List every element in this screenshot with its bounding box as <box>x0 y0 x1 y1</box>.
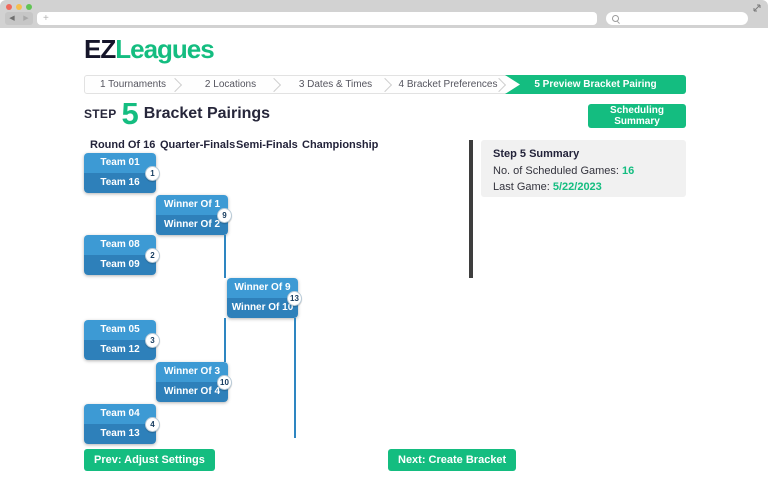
step-summary-panel: Step 5 Summary No. of Scheduled Games:16… <box>481 140 686 197</box>
logo-part-ez: EZ <box>84 34 115 64</box>
matchup-game-2: Team 08 Team 09 2 <box>84 235 156 275</box>
window-controls <box>6 4 32 10</box>
bracket-connector <box>224 235 226 278</box>
browser-window: ◀ ▶ + EZLeagues 1 Tournaments 2 Location… <box>0 0 768 480</box>
tab-locations[interactable]: 2 Locations <box>181 76 280 93</box>
matchup-game-3: Team 05 Team 12 3 <box>84 320 156 360</box>
page-title: STEP 5 Bracket Pairings <box>84 99 270 129</box>
tab-label: 4 Bracket Preferences <box>399 79 498 90</box>
scheduled-games-line: No. of Scheduled Games:16 <box>493 165 674 177</box>
matchup-game-13: Winner Of 9 Winner Of 10 13 <box>227 278 298 318</box>
tab-label: 2 Locations <box>205 79 256 90</box>
next-button[interactable]: Next: Create Bracket <box>388 449 516 471</box>
minimize-button[interactable] <box>16 4 22 10</box>
plus-icon: + <box>43 12 49 25</box>
chevron-right-icon <box>378 78 392 92</box>
game-number-badge: 10 <box>217 375 232 390</box>
game-number-badge: 2 <box>145 248 160 263</box>
resize-icon[interactable] <box>752 3 762 13</box>
step-word: STEP <box>84 107 117 121</box>
forward-icon[interactable]: ▶ <box>23 12 28 25</box>
last-game-label: Last Game: <box>493 181 550 193</box>
summary-title: Step 5 Summary <box>493 148 674 160</box>
matchup-game-4: Team 04 Team 13 4 <box>84 404 156 444</box>
tab-label: 5 Preview Bracket Pairing <box>534 79 656 90</box>
matchup-game-1: Team 01 Team 16 1 <box>84 153 156 193</box>
bracket-connector <box>224 318 226 362</box>
game-number-badge: 13 <box>287 291 302 306</box>
scheduling-summary-button[interactable]: Scheduling Summary <box>588 104 686 128</box>
tab-bracket-preferences[interactable]: 4 Bracket Preferences <box>391 76 505 93</box>
url-bar[interactable]: + <box>37 12 597 25</box>
chevron-right-icon <box>267 78 281 92</box>
matchup-game-10: Winner Of 3 Winner Of 4 10 <box>156 362 228 402</box>
column-header-round-of-16: Round Of 16 <box>90 139 155 151</box>
search-icon <box>612 15 619 22</box>
matchup-game-9: Winner Of 1 Winner Of 2 9 <box>156 195 228 235</box>
vertical-divider <box>469 140 473 278</box>
browser-chrome: ◀ ▶ + <box>0 0 768 28</box>
last-game-value: 5/22/2023 <box>553 181 602 193</box>
scheduled-games-label: No. of Scheduled Games: <box>493 165 619 177</box>
scheduled-games-value: 16 <box>622 165 634 177</box>
step-title: Bracket Pairings <box>144 105 270 123</box>
last-game-line: Last Game:5/22/2023 <box>493 181 674 193</box>
nav-buttons: ◀ ▶ <box>5 12 33 25</box>
back-icon[interactable]: ◀ <box>9 12 14 25</box>
tab-label: 3 Dates & Times <box>299 79 372 90</box>
game-number-badge: 1 <box>145 166 160 181</box>
step-number: 5 <box>122 99 139 129</box>
search-input[interactable] <box>606 12 748 25</box>
game-number-badge: 4 <box>145 417 160 432</box>
chevron-right-icon <box>168 78 182 92</box>
close-button[interactable] <box>6 4 12 10</box>
app-logo: EZLeagues <box>84 34 214 65</box>
logo-part-leagues: Leagues <box>115 34 214 64</box>
tab-label: 1 Tournaments <box>100 79 166 90</box>
zoom-button[interactable] <box>26 4 32 10</box>
game-number-badge: 3 <box>145 333 160 348</box>
game-number-badge: 9 <box>217 208 232 223</box>
tab-tournaments[interactable]: 1 Tournaments <box>85 76 181 93</box>
bracket-connector <box>294 318 296 438</box>
prev-button[interactable]: Prev: Adjust Settings <box>84 449 215 471</box>
column-header-semi-finals: Semi-Finals <box>236 139 298 151</box>
column-header-quarter-finals: Quarter-Finals <box>160 139 235 151</box>
step-wizard: 1 Tournaments 2 Locations 3 Dates & Time… <box>84 75 686 94</box>
tab-dates-times[interactable]: 3 Dates & Times <box>280 76 391 93</box>
column-header-championship: Championship <box>302 139 378 151</box>
tab-preview-bracket-pairing[interactable]: 5 Preview Bracket Pairing <box>505 75 686 94</box>
